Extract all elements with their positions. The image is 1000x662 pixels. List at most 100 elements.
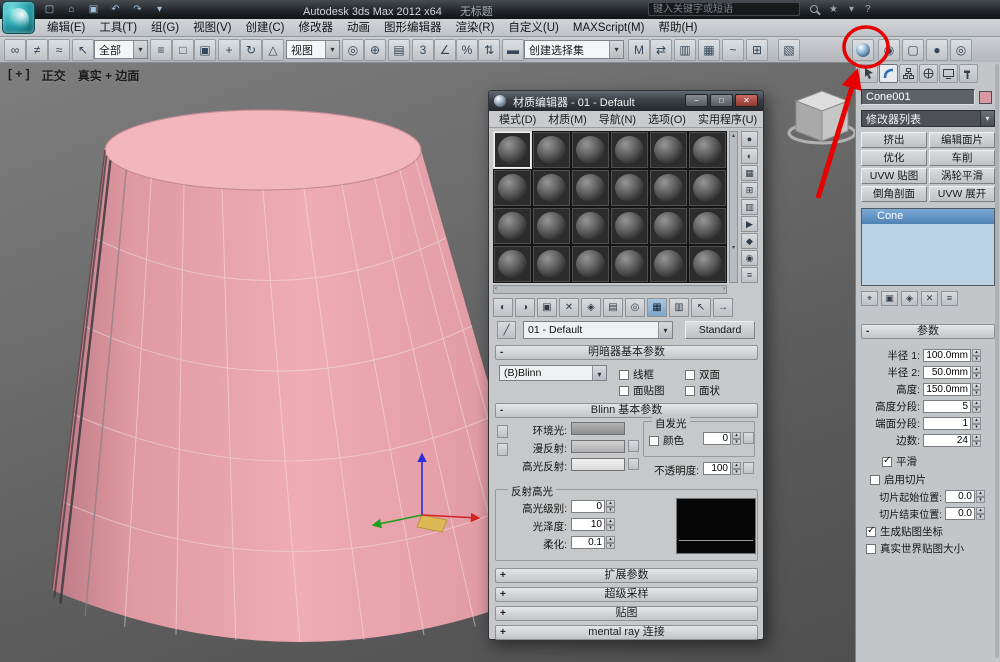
percent-snap-icon[interactable]: % — [456, 39, 478, 61]
viewport-view-label[interactable]: 正交 — [42, 67, 66, 84]
modifier-stack[interactable]: Cone — [861, 208, 995, 286]
material-id-icon[interactable]: ◎ — [625, 298, 645, 317]
mental-ray-connection-rollout[interactable]: +mental ray 连接 — [495, 625, 758, 640]
menu-graph-editors[interactable]: 图形编辑器 — [377, 19, 449, 37]
tab-hierarchy[interactable] — [899, 64, 918, 83]
configure-modifier-sets-icon[interactable]: ≡ — [941, 291, 958, 306]
named-selection-dropdown[interactable]: 创建选择集▾ — [524, 40, 624, 59]
material-slot[interactable] — [571, 169, 610, 207]
chevron-down-icon[interactable]: ▾ — [133, 41, 147, 58]
material-slot[interactable] — [532, 131, 571, 169]
me-menu-utilities[interactable]: 实用程序(U) — [692, 111, 763, 127]
tab-display[interactable] — [939, 64, 958, 83]
opacity-map-button[interactable] — [743, 462, 754, 474]
real-world-map-size-checkbox[interactable]: 真实世界贴图大小 — [866, 541, 964, 556]
favorites-star-icon[interactable]: ★ — [829, 4, 838, 15]
blinn-basic-params-rollout[interactable]: -Blinn 基本参数 — [495, 403, 758, 418]
menu-customize[interactable]: 自定义(U) — [501, 19, 565, 37]
radius2-input[interactable]: 50.0mm — [923, 366, 971, 379]
mirror-icon[interactable]: M — [628, 39, 650, 61]
3dsmax-logo[interactable] — [2, 1, 35, 34]
diffuse-color-swatch[interactable] — [571, 440, 625, 453]
modifier-button-lathe[interactable]: 车削 — [929, 150, 995, 166]
snap-toggle-icon[interactable]: 3 — [412, 39, 434, 61]
two-sided-checkbox[interactable]: 双面 — [685, 367, 720, 382]
lock-diffuse-specular-icon[interactable] — [497, 443, 508, 456]
me-menu-navigation[interactable]: 导航(N) — [593, 111, 642, 127]
material-slot[interactable] — [610, 169, 649, 207]
sample-type-icon[interactable]: ● — [741, 131, 758, 147]
tab-utilities[interactable] — [959, 64, 978, 83]
material-slot[interactable] — [493, 207, 532, 245]
stack-item-cone[interactable]: Cone — [862, 209, 994, 224]
put-to-scene-icon[interactable]: ◑ — [515, 298, 535, 317]
rendered-frame-window-icon[interactable]: ▢ — [902, 39, 924, 61]
extended-params-rollout[interactable]: +扩展参数 — [495, 568, 758, 583]
search-input[interactable] — [648, 2, 800, 16]
viewport-menu-label[interactable]: [ + ] — [8, 67, 30, 84]
material-slot[interactable] — [688, 207, 727, 245]
menu-modifiers[interactable]: 修改器 — [291, 19, 340, 37]
material-slot[interactable] — [532, 207, 571, 245]
self-illum-input[interactable]: 0 — [703, 432, 731, 445]
reset-map-icon[interactable]: ✕ — [559, 298, 579, 317]
sides-input[interactable]: 24 — [923, 434, 971, 447]
maximize-button[interactable]: □ — [710, 94, 733, 107]
make-preview-icon[interactable]: ▶ — [741, 216, 758, 232]
rectangular-selection-icon[interactable]: □ — [172, 39, 194, 61]
maps-rollout[interactable]: +贴图 — [495, 606, 758, 621]
material-slot[interactable] — [688, 169, 727, 207]
align-icon[interactable]: ⇄ — [650, 39, 672, 61]
schematic-view-icon[interactable]: ⊞ — [746, 39, 768, 61]
specular-color-swatch[interactable] — [571, 458, 625, 471]
menu-edit[interactable]: 编辑(E) — [40, 19, 92, 37]
modifier-button-bevel-profile[interactable]: 倒角剖面 — [861, 186, 927, 202]
slice-to-spinner[interactable]: ▴▾ — [976, 507, 985, 520]
height-input[interactable]: 150.0mm — [923, 383, 971, 396]
backlight-icon[interactable]: ◐ — [741, 148, 758, 164]
selection-filter-dropdown[interactable]: 全部▾ — [94, 40, 148, 59]
object-name-field[interactable]: Cone001 — [861, 89, 975, 105]
material-name-dropdown[interactable]: 01 - Default▾ — [523, 321, 673, 339]
shader-type-dropdown[interactable]: (B)Blinn▾ — [499, 365, 607, 381]
diffuse-map-button[interactable] — [628, 440, 639, 452]
opacity-input[interactable]: 100 — [703, 462, 731, 475]
self-illum-map-button[interactable] — [743, 432, 754, 444]
put-to-library-icon[interactable]: ▤ — [603, 298, 623, 317]
material-slot[interactable] — [688, 131, 727, 169]
specular-level-input[interactable]: 0 — [571, 500, 605, 513]
modifier-button-extrude[interactable]: 挤出 — [861, 132, 927, 148]
modifier-button-edit-patch[interactable]: 编辑面片 — [929, 132, 995, 148]
cone-object[interactable] — [52, 110, 548, 642]
height-segments-input[interactable]: 5 — [923, 400, 971, 413]
modifier-button-optimize[interactable]: 优化 — [861, 150, 927, 166]
select-and-link-icon[interactable]: ∞ — [4, 39, 26, 61]
material-slot-active[interactable] — [493, 131, 532, 169]
material-slot[interactable] — [532, 245, 571, 283]
modifier-button-uvw-unwrap[interactable]: UVW 展开 — [929, 186, 995, 202]
lock-ambient-diffuse-icon[interactable] — [497, 425, 508, 438]
material-slot[interactable] — [532, 169, 571, 207]
chevron-down-icon[interactable]: ▾ — [658, 322, 672, 338]
slots-vertical-scrollbar[interactable]: ▴▾ — [729, 131, 738, 283]
new-file-icon[interactable]: ▢ — [42, 2, 57, 17]
pin-stack-icon[interactable]: ⌖ — [861, 291, 878, 306]
wireframe-checkbox[interactable]: 线框 — [619, 367, 654, 382]
height-spinner[interactable]: ▴▾ — [972, 383, 981, 396]
layer-manager-icon[interactable]: ▥ — [674, 39, 696, 61]
radius2-spinner[interactable]: ▴▾ — [972, 366, 981, 379]
quickaccess-dropdown-icon[interactable]: ▾ — [152, 2, 167, 17]
material-slot[interactable] — [610, 207, 649, 245]
modifier-list-dropdown[interactable]: 修改器列表▾ — [861, 110, 995, 127]
show-end-result-icon[interactable]: ▥ — [669, 298, 689, 317]
spinner-snap-icon[interactable]: ⇅ — [478, 39, 500, 61]
smooth-checkbox[interactable]: 平滑 — [882, 454, 917, 469]
render-production-icon[interactable]: ● — [926, 39, 948, 61]
self-illum-spinner[interactable]: ▴▾ — [732, 432, 741, 445]
material-editor-titlebar[interactable]: 材质编辑器 - 01 - Default − □ ✕ — [489, 91, 763, 111]
modifier-button-uvw-map[interactable]: UVW 贴图 — [861, 168, 927, 184]
slice-from-spinner[interactable]: ▴▾ — [976, 490, 985, 503]
me-menu-material[interactable]: 材质(M) — [542, 111, 593, 127]
use-pivot-center-icon[interactable]: ◎ — [342, 39, 364, 61]
modifier-button-turbosmooth[interactable]: 涡轮平滑 — [929, 168, 995, 184]
